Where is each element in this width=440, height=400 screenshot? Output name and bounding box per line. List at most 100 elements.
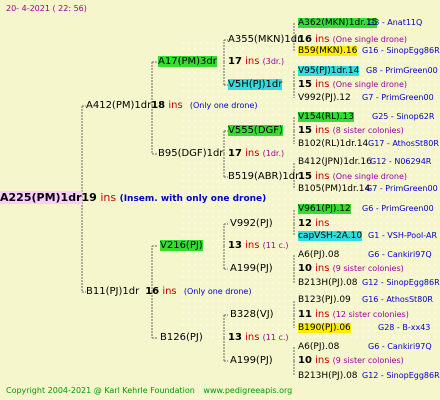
dam-node: B11(PJ)1dr 16 ins (Only one drone) [86,286,251,298]
g3-note: (11 c.) [262,333,289,342]
root-num: 19 [81,191,97,204]
dam-name: B11(PJ)1dr [86,286,140,297]
dam-note: (Only one drone) [183,287,252,296]
g3-unit: ins [245,332,260,343]
g5-row: A362(MKN)1dr.15 [298,18,378,28]
g4-unit: ins [315,309,330,320]
g5-info: G12 - SinopEgg86R [362,371,440,380]
g5-info: G17 - AthosSt80R [368,139,439,148]
g5-name: B59(MKN).16 [298,46,358,56]
g3-num: 17 [228,148,242,159]
root-queen: A225(PM)1dr19 ins (Insem. with only one … [0,191,267,205]
g5-row: B59(MKN).16 [298,46,358,56]
sire-num: 18 [151,100,166,111]
g5-info: G25 - Sinop62R [372,112,435,121]
sire-unit: ins [168,100,183,111]
footer: Copyright 2004-2021 @ Karl Kehrle Founda… [6,386,292,396]
g4-note: (One single drone) [332,80,408,89]
g4-name: V992(PJ) [230,218,273,229]
g4-unit: ins [315,218,330,229]
g4-name: V5H(PJ)1dr [228,79,283,91]
g5-info: G1 - VSH-Pool-AR [368,231,438,240]
g3-unit: ins [245,240,260,251]
g3-unit: ins [245,56,260,67]
g4-unit: ins [315,263,330,274]
pedigree-canvas: 20- 4-2021 ( 22: 56) A225(PM)1dr19 ins (… [0,0,440,400]
sire-note: (Only one drone) [189,101,258,110]
g3-num: 17 [228,56,242,67]
root-note: (Insem. with only one drone) [119,194,267,204]
footer-copyright: Copyright 2004-2021 @ Karl Kehrle Founda… [6,386,195,395]
dam-unit: ins [162,286,177,297]
g4-note: (12 sister colonies) [332,310,409,319]
g5-info: G12 - N06294R [370,157,432,166]
g4-stats: 15 ins (8 sister colonies) [298,125,404,137]
g5-name: capVSH-2A.10 [298,231,363,241]
g4-name: A199(PJ) [230,263,273,274]
g4-unit: ins [315,34,330,45]
g3-note: (11 c.) [262,241,289,250]
g4-stats: 12 ins [298,218,329,230]
g4-unit: ins [315,171,330,182]
dam-num: 16 [145,286,160,297]
g5-name: A6(PJ).08 [298,342,340,352]
g5-row: V154(RL).13 [298,112,354,122]
g5-info: G6 - PrimGreen00 [362,204,434,213]
g5-name: V154(RL).13 [298,112,354,122]
g5-info: G7 - PrimGreen00 [362,93,434,102]
g5-row: V961(PJ).12 [298,204,351,214]
root-unit: ins [100,191,117,204]
g5-name: B213H(PJ).08 [298,278,358,288]
g4-note: (9 sister colonies) [332,264,404,273]
g4-num: 15 [298,79,312,90]
header-date: 20- 4-2021 ( 22: 56) [6,4,87,13]
footer-site[interactable]: www.pedigreeapis.org [203,386,292,395]
g5-row: B190(PJ).06 [298,323,351,333]
g4-note: (One single drone) [332,35,408,44]
g4-num: 11 [298,309,312,320]
g5-info: G6 - Cankiri97Q [368,342,432,351]
g4-stats: 10 ins (9 sister colonies) [298,263,404,275]
g3-note: (1dr.) [262,149,285,158]
g4-note: (9 sister colonies) [332,356,404,365]
sire-name: A412(PM)1dr [86,100,152,111]
g3-stats: 13 ins (11 c.) [228,240,289,252]
g5-info: G7 - PrimGreen00 [366,184,438,193]
g5-name: B190(PJ).06 [298,323,351,333]
g4-num: 15 [298,125,312,136]
g4-num: 10 [298,355,312,366]
g5-name: B102(RL)1dr.14 [298,139,369,149]
g4-num: 16 [298,34,312,45]
g5-info: G16 - AthosSt80R [362,295,433,304]
g4-unit: ins [315,79,330,90]
g5-name: B105(PM)1dr.14 [298,184,371,194]
g3-node: B95(DGF)1dr [158,148,223,160]
g3-num: 13 [228,332,242,343]
g3-node: A17(PM)3dr [158,56,217,68]
g5-name: V992(PJ).12 [298,93,351,103]
g3-stats: 17 ins (1dr.) [228,148,284,160]
g4-num: 15 [298,171,312,182]
g3-node: B126(PJ) [160,332,203,344]
g4-stats: 16 ins (One single drone) [298,34,407,46]
g3-stats: 17 ins (3dr.) [228,56,284,68]
g5-info: G3 - Anat11Q [368,18,423,27]
g5-row: V95(PJ)1dr.14 [298,66,360,76]
g5-info: G6 - Cankiri97Q [368,250,432,259]
g4-num: 12 [298,218,312,229]
g3-name: A17(PM)3dr [158,56,217,67]
g5-name: A362(MKN)1dr.15 [298,18,378,28]
g5-name: B123(PJ).09 [298,295,351,305]
g5-info: G8 - PrimGreen00 [366,66,438,75]
g4-name-text: V555(DGF) [228,125,283,136]
g4-num: 10 [298,263,312,274]
g5-info: G16 - SinopEgg86R [362,46,440,55]
g4-name: B328(VJ) [230,309,274,320]
g3-name: B95(DGF)1dr [158,148,224,159]
g3-node: V216(PJ) [160,240,203,252]
g5-info: G12 - SinopEgg86R [362,278,440,287]
sire-node: A412(PM)1dr18 ins (Only one drone) [86,100,257,112]
g3-unit: ins [245,148,260,159]
g4-stats: 15 ins (One single drone) [298,171,407,183]
g5-name: V961(PJ).12 [298,204,351,214]
